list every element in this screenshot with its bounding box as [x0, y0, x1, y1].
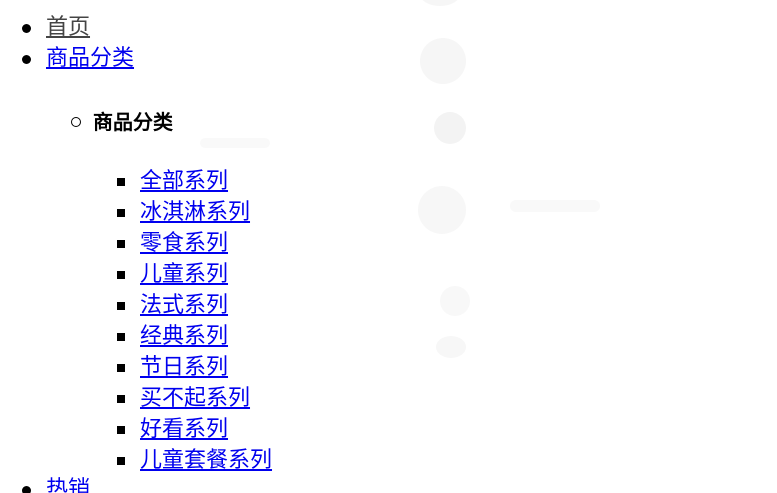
- category-item: 节日系列: [117, 354, 228, 382]
- category-link-kids-combo[interactable]: 儿童套餐系列: [140, 448, 272, 473]
- background-decoration: [418, 186, 466, 234]
- category-link-french[interactable]: 法式系列: [140, 293, 228, 318]
- nav-item-home: 首页: [22, 14, 90, 42]
- bullet-square-icon: [117, 209, 125, 217]
- bullet-square-icon: [117, 333, 125, 341]
- bullet-square-icon: [117, 271, 125, 279]
- submenu-title-label: 商品分类: [93, 110, 173, 134]
- category-link-holiday[interactable]: 节日系列: [140, 355, 228, 380]
- category-link-ice-cream[interactable]: 冰淇淋系列: [140, 200, 250, 225]
- category-link-snacks[interactable]: 零食系列: [140, 231, 228, 256]
- background-decoration: [420, 0, 460, 6]
- hot-link[interactable]: 热销: [46, 477, 90, 493]
- category-link-all[interactable]: 全部系列: [140, 169, 228, 194]
- bullet-square-icon: [117, 302, 125, 310]
- category-link-expensive[interactable]: 买不起系列: [140, 386, 250, 411]
- background-decoration: [434, 112, 466, 144]
- background-decoration: [510, 200, 600, 212]
- bullet-disc-icon: [22, 486, 31, 493]
- bullet-square-icon: [117, 457, 125, 465]
- home-link[interactable]: 首页: [46, 15, 90, 40]
- category-item: 儿童套餐系列: [117, 447, 272, 475]
- category-link-classic[interactable]: 经典系列: [140, 324, 228, 349]
- submenu-title: 商品分类: [71, 108, 173, 136]
- category-item: 儿童系列: [117, 261, 228, 289]
- nav-item-categories: 商品分类: [22, 45, 134, 73]
- bullet-square-icon: [117, 364, 125, 372]
- category-link-pretty[interactable]: 好看系列: [140, 417, 228, 442]
- bullet-square-icon: [117, 395, 125, 403]
- category-link-kids[interactable]: 儿童系列: [140, 262, 228, 287]
- background-decoration: [420, 38, 466, 84]
- category-item: 买不起系列: [117, 385, 250, 413]
- nav-item-hot: 热销: [22, 476, 90, 493]
- category-item: 经典系列: [117, 323, 228, 351]
- bullet-square-icon: [117, 178, 125, 186]
- category-item: 法式系列: [117, 292, 228, 320]
- background-decoration: [200, 138, 270, 148]
- bullet-square-icon: [117, 240, 125, 248]
- category-item: 冰淇淋系列: [117, 199, 250, 227]
- bullet-square-icon: [117, 426, 125, 434]
- background-decoration: [440, 286, 470, 316]
- bullet-disc-icon: [22, 24, 31, 33]
- bullet-circle-icon: [71, 117, 81, 127]
- background-decoration: [436, 336, 466, 358]
- category-item: 全部系列: [117, 168, 228, 196]
- page: 首页 商品分类 商品分类 全部系列 冰淇淋系列 零食系列 儿童系列 法式系列 经…: [0, 0, 777, 493]
- categories-link[interactable]: 商品分类: [46, 46, 134, 71]
- category-item: 零食系列: [117, 230, 228, 258]
- category-item: 好看系列: [117, 416, 228, 444]
- bullet-disc-icon: [22, 55, 31, 64]
